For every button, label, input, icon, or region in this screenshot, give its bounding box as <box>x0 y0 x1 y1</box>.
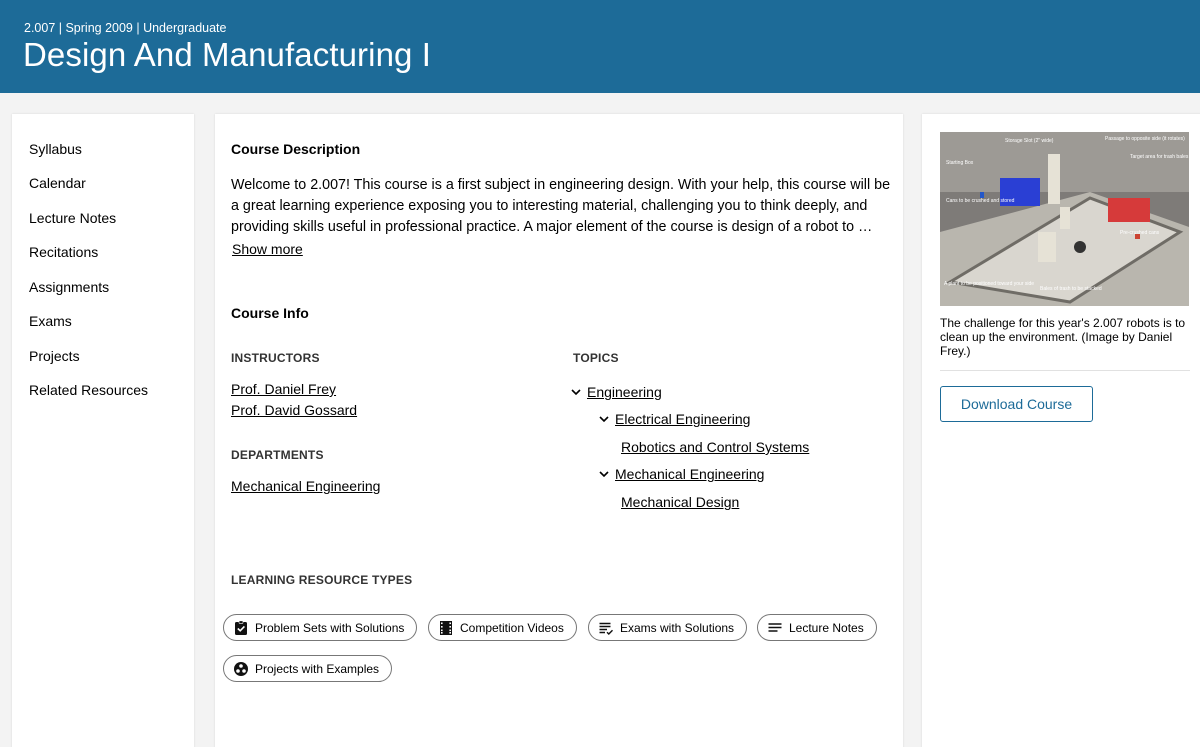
photo-label-bales: Bales of trash to be stacked <box>1040 286 1102 292</box>
topic-link-mechanical-design[interactable]: Mechanical Design <box>621 494 739 510</box>
course-info-heading: Course Info <box>231 305 309 321</box>
course-meta: 2.007 | Spring 2009 | Undergraduate <box>24 21 227 35</box>
resource-chip-label: Problem Sets with Solutions <box>255 620 405 635</box>
sidebar-item-calendar[interactable]: Calendar <box>29 175 86 191</box>
resource-chip-label: Projects with Examples <box>255 661 380 676</box>
course-header: 2.007 | Spring 2009 | Undergraduate Desi… <box>0 0 1200 93</box>
show-more-link[interactable]: Show more <box>232 241 303 257</box>
course-main-panel: Course Description Welcome to 2.007! Thi… <box>215 114 903 747</box>
photo-label-plant: A plant to be positioned toward your sid… <box>944 281 1034 287</box>
topic-link-electrical-engineering[interactable]: Electrical Engineering <box>615 411 750 427</box>
course-image-panel: Storage Slot (2" wide) Passage to opposi… <box>922 114 1200 747</box>
sidebar-item-related-resources[interactable]: Related Resources <box>29 382 148 398</box>
topic-link-engineering[interactable]: Engineering <box>587 384 662 400</box>
resource-chip-competition-videos[interactable]: Competition Videos <box>428 614 577 641</box>
resource-chip-label: Exams with Solutions <box>620 620 735 635</box>
photo-label-starting: Starting Box <box>946 160 974 166</box>
topic-link-robotics[interactable]: Robotics and Control Systems <box>621 439 809 455</box>
chevron-down-icon[interactable] <box>570 386 582 398</box>
instructor-link-gossard[interactable]: Prof. David Gossard <box>231 402 357 418</box>
resource-chip-label: Competition Videos <box>460 620 564 635</box>
competition-table-image: Storage Slot (2" wide) Passage to opposi… <box>940 132 1189 306</box>
sidebar-item-lecture-notes[interactable]: Lecture Notes <box>29 210 116 226</box>
sidebar-item-assignments[interactable]: Assignments <box>29 279 109 295</box>
photo-label-storage: Storage Slot (2" wide) <box>1005 138 1054 144</box>
topics-label: TOPICS <box>573 351 619 365</box>
download-course-button[interactable]: Download Course <box>940 386 1093 422</box>
photo-caption: The challenge for this year's 2.007 robo… <box>940 316 1186 358</box>
course-description-text: Welcome to 2.007! This course is a first… <box>231 175 891 238</box>
sidebar-item-recitations[interactable]: Recitations <box>29 244 98 260</box>
sidebar-item-syllabus[interactable]: Syllabus <box>29 141 82 157</box>
departments-label: DEPARTMENTS <box>231 448 324 462</box>
resource-chip-exams-with-solutions[interactable]: Exams with Solutions <box>588 614 748 641</box>
course-description-heading: Course Description <box>231 141 361 157</box>
resource-chip-projects-with-examples[interactable]: Projects with Examples <box>223 655 393 682</box>
notes-lines-icon <box>768 622 782 632</box>
topic-link-mechanical-engineering[interactable]: Mechanical Engineering <box>615 466 764 482</box>
department-link-mech-eng[interactable]: Mechanical Engineering <box>231 478 380 494</box>
course-description-body: Welcome to 2.007! This course is a first… <box>231 177 891 235</box>
film-icon <box>440 620 452 635</box>
photo-label-cans: Cans to be crushed and stored <box>946 198 1015 204</box>
resource-chip-problem-sets[interactable]: Problem Sets with Solutions <box>223 614 418 641</box>
exam-list-icon <box>599 622 614 635</box>
photo-label-passage: Passage to opposite side (it rotates) <box>1105 136 1185 142</box>
sidebar-item-projects[interactable]: Projects <box>29 348 80 364</box>
instructor-link-frey[interactable]: Prof. Daniel Frey <box>231 381 336 397</box>
sidebar-item-exams[interactable]: Exams <box>29 313 72 329</box>
course-photo: Storage Slot (2" wide) Passage to opposi… <box>940 132 1189 306</box>
projects-cluster-icon <box>234 661 248 676</box>
course-title: Design And Manufacturing I <box>23 36 432 73</box>
chevron-down-icon[interactable] <box>598 413 610 425</box>
resource-chip-label: Lecture Notes <box>789 620 864 635</box>
resource-chip-lecture-notes[interactable]: Lecture Notes <box>757 614 877 641</box>
course-nav-sidebar: Syllabus Calendar Lecture Notes Recitati… <box>12 114 194 747</box>
instructors-label: INSTRUCTORS <box>231 351 320 365</box>
learning-resource-types-label: LEARNING RESOURCE TYPES <box>231 573 413 587</box>
assignment-check-icon <box>235 620 247 635</box>
divider <box>940 370 1190 371</box>
photo-label-target: Target area for trash bales <box>1130 154 1189 160</box>
chevron-down-icon[interactable] <box>598 468 610 480</box>
photo-label-precrushed: Pre-crushed cans <box>1120 230 1160 236</box>
